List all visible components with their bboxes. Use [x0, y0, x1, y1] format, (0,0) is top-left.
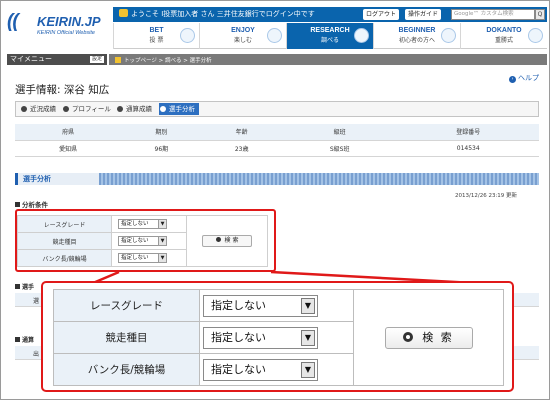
- zoomed-condition-form: レースグレード 指定しない ▼ 検 索 競走種目 指定しない ▼ バンク長/競輪場 …: [41, 281, 514, 392]
- tab-profile[interactable]: プロフィール: [62, 103, 111, 115]
- column-header: 登録番号: [397, 124, 539, 141]
- nav-beginner[interactable]: BEGINNER 初心者の方へ: [373, 23, 460, 49]
- updated-timestamp: 2013/12/26 23:19 更新: [455, 193, 518, 199]
- bullet-icon: [21, 106, 27, 112]
- user-icon: [119, 9, 128, 17]
- logo-mark: ((: [7, 11, 19, 32]
- bank-venue-select-zoomed[interactable]: 指定しない ▼: [203, 359, 318, 381]
- welcome-text: ようこそ I投票加入者 さん 三井住友銀行でログイン中です: [131, 10, 315, 18]
- chevron-down-icon: ▼: [301, 330, 315, 346]
- condition-label-text: 分析条件: [22, 201, 48, 209]
- column-header: 期別: [121, 124, 202, 141]
- tab-player-analysis[interactable]: 選手分析: [159, 103, 199, 115]
- search-button[interactable]: Q: [535, 9, 545, 20]
- section-label-text: 通算: [22, 337, 35, 344]
- bullet-icon: [160, 106, 166, 112]
- section-career-label: 通算: [15, 335, 34, 344]
- zoomed-condition-table: レースグレード 指定しない ▼ 検 索 競走種目 指定しない ▼ バンク長/競輪場 …: [53, 289, 504, 386]
- site-search-input[interactable]: Google™ カスタム検索: [451, 9, 535, 20]
- header-stripe: [99, 173, 539, 185]
- nav-bet[interactable]: BET 投 票: [113, 23, 199, 49]
- condition-control: 指定しない ▼: [199, 289, 354, 322]
- condition-label: 競走種目: [53, 321, 200, 354]
- guide-button[interactable]: 操作ガイド: [405, 9, 442, 20]
- condition-label: レースグレード: [53, 289, 200, 322]
- section-label-text: 選手: [22, 284, 35, 291]
- beginner-icon: [441, 28, 456, 43]
- table-cell: 014534: [397, 140, 539, 157]
- bet-icon: [180, 28, 195, 43]
- home-icon: [115, 57, 121, 63]
- square-bullet-icon: [15, 337, 20, 342]
- chevron-down-icon: ▼: [301, 298, 315, 314]
- welcome-message: ようこそ I投票加入者 さん 三井住友銀行でログイン中です: [119, 9, 315, 19]
- tab-label: 選手分析: [169, 105, 195, 113]
- condition-label: バンク長/競輪場: [53, 353, 200, 386]
- condition-row: レースグレード 指定しない ▼ 検 索: [53, 289, 504, 386]
- condition-control: 指定しない ▼: [199, 353, 354, 386]
- highlight-box: [15, 209, 276, 272]
- condition-control: 指定しない ▼: [199, 321, 354, 354]
- my-menu-settings-button[interactable]: 設定: [89, 56, 104, 63]
- race-grade-select-zoomed[interactable]: 指定しない ▼: [203, 295, 318, 317]
- dokanto-icon: [528, 28, 543, 43]
- table-row: 愛知県 96期 23歳 S級S班 014534: [15, 140, 539, 157]
- table-cell: 96期: [121, 140, 202, 157]
- tab-label: 通算成績: [126, 105, 152, 113]
- select-value: 指定しない: [211, 363, 266, 376]
- button-label: 検 索: [422, 331, 454, 344]
- nav-dokanto[interactable]: DOKANTO 重勝式: [460, 23, 547, 49]
- select-value: 指定しない: [211, 331, 266, 344]
- table-header-row: 府県 期別 年齢 級班 登録番号: [15, 124, 539, 141]
- bullet-icon: [63, 106, 69, 112]
- help-link[interactable]: › ヘルプ: [509, 73, 539, 83]
- column-header: 選: [33, 298, 40, 305]
- race-type-select-zoomed[interactable]: 指定しない ▼: [203, 327, 318, 349]
- square-bullet-icon: [15, 284, 20, 289]
- search-cell: 検 索: [353, 289, 504, 386]
- column-header: 級班: [281, 124, 398, 141]
- tab-label: プロフィール: [72, 105, 111, 113]
- help-label: ヘルプ: [518, 74, 539, 82]
- tab-label: 近況成績: [30, 105, 56, 113]
- table-cell: 23歳: [201, 140, 282, 157]
- nav-enjoy[interactable]: ENJOY 楽しむ: [199, 23, 286, 49]
- analysis-condition-label: 分析条件: [15, 199, 48, 209]
- my-menu-label: マイメニュー: [10, 55, 52, 63]
- section-header-analysis: 選手分析: [15, 173, 539, 185]
- chevron-down-icon: ▼: [301, 362, 315, 378]
- column-header: 出: [33, 351, 40, 358]
- breadcrumb-text: トップページ > 調べる > 選手分析: [124, 58, 212, 64]
- breadcrumb-bar: トップページ > 調べる > 選手分析: [109, 54, 547, 65]
- table-cell: S級S班: [281, 140, 398, 157]
- bullet-icon: [117, 106, 123, 112]
- square-bullet-icon: [15, 202, 20, 207]
- search-submit-button-zoomed[interactable]: 検 索: [384, 327, 473, 349]
- enjoy-icon: [267, 28, 282, 43]
- bullet-icon: [403, 332, 414, 342]
- column-header: 府県: [15, 124, 122, 141]
- logo-tagline: KEIRIN Official Website: [37, 30, 95, 36]
- page: (( KEIRIN.JP KEIRIN Official Website ようこ…: [0, 0, 550, 400]
- site-logo[interactable]: (( KEIRIN.JP KEIRIN Official Website: [7, 9, 119, 45]
- help-icon: ›: [509, 76, 516, 83]
- tab-recent-results[interactable]: 近況成績: [20, 103, 56, 115]
- main-nav: BET 投 票 ENJOY 楽しむ RESEARCH 調べる BEGINNER …: [113, 23, 547, 49]
- column-header: 年齢: [201, 124, 282, 141]
- breadcrumb[interactable]: トップページ > 調べる > 選手分析: [115, 56, 212, 64]
- my-menu[interactable]: マイメニュー 設定: [7, 54, 107, 65]
- player-tabs: 近況成績 プロフィール 通算成績 選手分析: [15, 101, 539, 117]
- top-bar: ようこそ I投票加入者 さん 三井住友銀行でログイン中です ログアウト 操作ガイ…: [113, 7, 547, 22]
- nav-research[interactable]: RESEARCH 調べる: [286, 23, 373, 49]
- table-cell: 愛知県: [15, 140, 122, 157]
- section-player-label: 選手: [15, 282, 34, 291]
- tab-career-results[interactable]: 通算成績: [116, 103, 152, 115]
- logout-button[interactable]: ログアウト: [363, 9, 400, 20]
- page-title: 選手情報: 深谷 知広: [15, 84, 110, 96]
- player-info-table: 府県 期別 年齢 級班 登録番号 愛知県 96期 23歳 S級S班 014534: [15, 124, 539, 157]
- search-icon: [354, 28, 369, 43]
- logo-text: KEIRIN.JP: [37, 14, 101, 29]
- section-title: 選手分析: [23, 175, 51, 183]
- select-value: 指定しない: [211, 299, 266, 312]
